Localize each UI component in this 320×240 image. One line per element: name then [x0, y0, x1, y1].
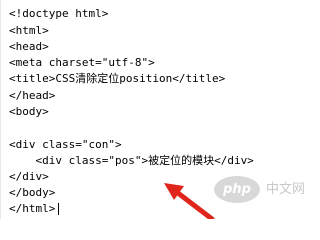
- watermark: php 中文网: [214, 172, 312, 219]
- php-logo-icon: php: [214, 176, 260, 203]
- watermark-site-text: 中文网: [266, 182, 306, 197]
- php-logo-text: php: [223, 182, 251, 197]
